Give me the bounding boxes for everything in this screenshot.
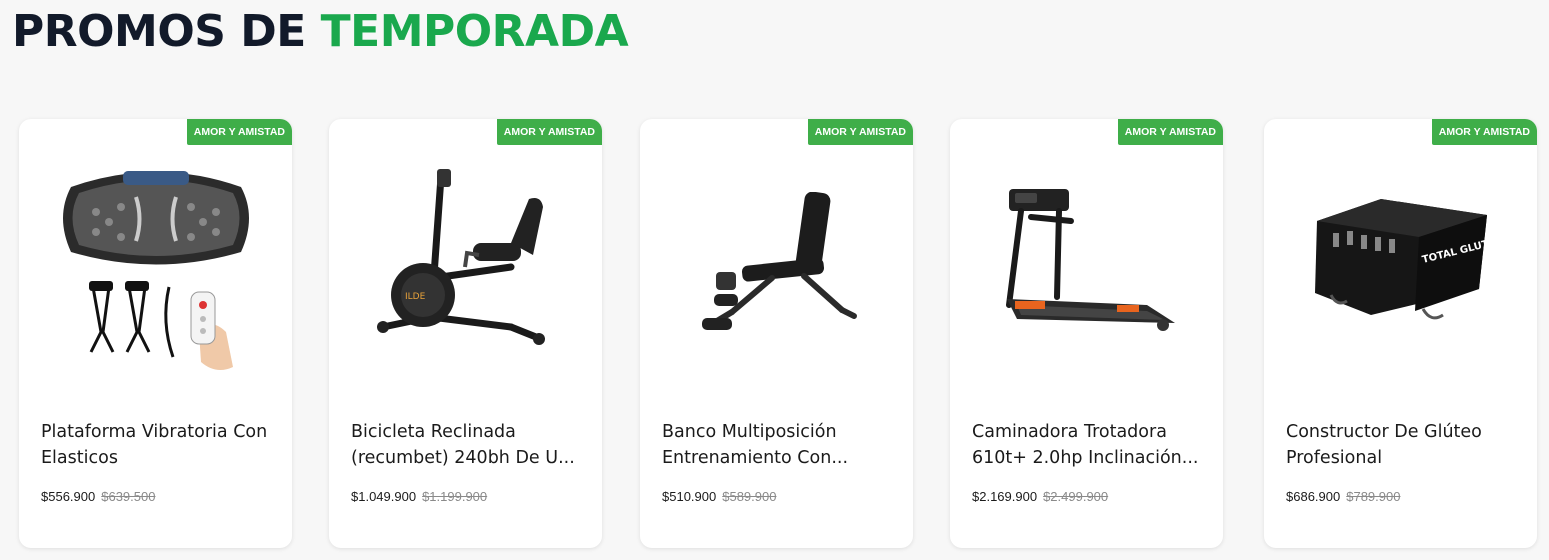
old-price: $1.199.900	[422, 489, 488, 504]
current-price: $686.900	[1286, 489, 1341, 504]
title-part-1: PROMOS DE	[12, 6, 306, 57]
promo-badge: AMOR Y AMISTAD	[1117, 119, 1223, 145]
svg-text:ILDE: ILDE	[405, 292, 426, 302]
product-image[interactable]: ILDE	[329, 147, 602, 387]
price-row: $686.900 $789.900	[1286, 489, 1400, 504]
current-price: $556.900	[41, 489, 96, 504]
price-row: $510.900 $589.900	[662, 489, 776, 504]
promo-badge: AMOR Y AMISTAD	[807, 119, 913, 145]
price-row: $556.900 $639.500	[41, 489, 155, 504]
promo-badge: AMOR Y AMISTAD	[1431, 119, 1537, 145]
title-part-2: TEMPORADA	[320, 6, 629, 57]
old-price: $589.900	[722, 489, 777, 504]
product-card[interactable]: AMOR Y AMISTAD Banco Multiposición Entre…	[640, 119, 913, 548]
old-price: $2.499.900	[1043, 489, 1109, 504]
price-row: $2.169.900 $2.499.900	[972, 489, 1108, 504]
product-card[interactable]: AMOR Y AMISTAD ILDE Bicicleta Reclinada …	[329, 119, 602, 548]
product-name[interactable]: Banco Multiposición Entrenamiento Con...	[662, 419, 898, 471]
old-price: $789.900	[1346, 489, 1401, 504]
treadmill-icon	[1005, 189, 1175, 331]
glute-builder-icon: TOTAL GLUTE	[1314, 199, 1491, 320]
promo-badge: AMOR Y AMISTAD	[496, 119, 602, 145]
current-price: $2.169.900	[972, 489, 1038, 504]
recumbent-bike-icon: ILDE	[376, 169, 545, 345]
product-name[interactable]: Bicicleta Reclinada (recumbet) 240bh De …	[351, 419, 587, 471]
product-image[interactable]: TOTAL GLUTE	[1264, 147, 1537, 387]
section-title: PROMOS DE TEMPORADA	[12, 4, 629, 60]
product-name[interactable]: Caminadora Trotadora 610t+ 2.0hp Inclina…	[972, 419, 1208, 471]
product-name[interactable]: Constructor De Glúteo Profesional	[1286, 419, 1522, 471]
product-name[interactable]: Plataforma Vibratoria Con Elasticos	[41, 419, 277, 471]
product-image[interactable]	[19, 147, 292, 387]
product-image[interactable]	[950, 147, 1223, 387]
weight-bench-icon	[701, 192, 857, 330]
promo-badge: AMOR Y AMISTAD	[186, 119, 292, 145]
product-image[interactable]	[640, 147, 913, 387]
vibration-platform-icon	[62, 171, 249, 371]
price-row: $1.049.900 $1.199.900	[351, 489, 487, 504]
product-card[interactable]: AMOR Y AMISTAD TOTAL GLUTE Constructor D…	[1264, 119, 1537, 548]
current-price: $1.049.900	[351, 489, 417, 504]
current-price: $510.900	[662, 489, 717, 504]
product-card[interactable]: AMOR Y AMISTAD Plataforma Vibratoria Con…	[19, 119, 292, 548]
product-card[interactable]: AMOR Y AMISTAD Caminadora Trotadora 610t…	[950, 119, 1223, 548]
old-price: $639.500	[101, 489, 156, 504]
